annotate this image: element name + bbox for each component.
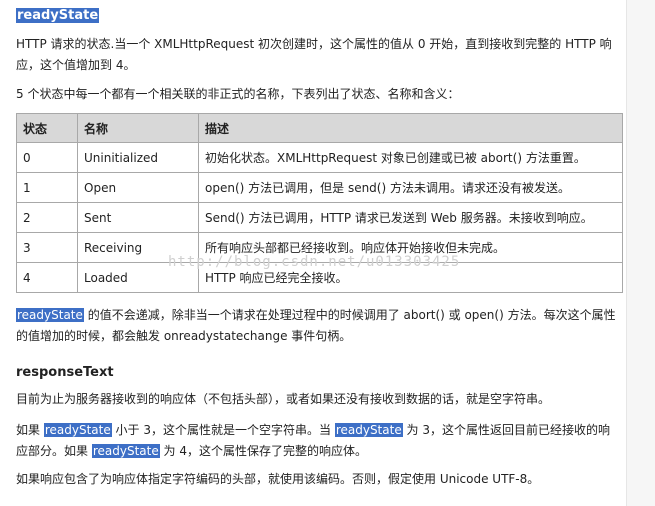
readystate-note-paragraph: readyState 的值不会递减，除非当一个请求在处理过程中的时候调用了 ab… [16,305,621,347]
section-heading: responseText [16,365,114,380]
readystate-condition-paragraph: 如果 readyState 小于 3，这个属性就是一个空字符串。当 readyS… [16,420,621,462]
table-cell: Sent [77,202,199,233]
table-row: 1 Open open() 方法已调用，但是 send() 方法未调用。请求还没… [16,172,623,203]
encoding-paragraph: 如果响应包含了为响应体指定字符编码的头部，就使用该编码。否则，假定使用 Unic… [16,472,540,486]
table-header-cell: 描述 [198,113,623,143]
page-heading: readyState [16,8,100,23]
table-row: 4 Loaded HTTP 响应已经完全接收。 [16,262,623,293]
table-cell: 0 [16,142,78,173]
response-text-paragraph: 目前为止为服务器接收到的响应体（不包括头部），或者如果还没有接收到数据的话，就是… [16,392,551,406]
table-header-cell: 状态 [16,113,78,143]
highlighted-term: readyState [91,444,160,458]
table-row: 3 Receiving 所有响应头部都已经接收到。响应体开始接收但未完成。 [16,232,623,263]
paragraph-text: 为 4，这个属性保存了完整的响应体。 [159,444,367,458]
table-cell: Send() 方法已调用，HTTP 请求已发送到 Web 服务器。未接收到响应。 [198,202,623,233]
table-cell: 2 [16,202,78,233]
paragraph-text: 如果 [16,423,44,437]
table-row: 2 Sent Send() 方法已调用，HTTP 请求已发送到 Web 服务器。… [16,202,623,233]
paragraph-text: 的值不会递减，除非当一个请求在处理过程中的时候调用了 abort() 或 ope… [16,308,616,343]
table-row: 0 Uninitialized 初始化状态。XMLHttpRequest 对象已… [16,142,623,173]
table-cell: Receiving [77,232,199,263]
table-cell: 4 [16,262,78,293]
table-intro: 5 个状态中每一个都有一个相关联的非正式的名称，下表列出了状态、名称和含义： [16,87,460,101]
table-cell: open() 方法已调用，但是 send() 方法未调用。请求还没有被发送。 [198,172,623,203]
table-cell: 初始化状态。XMLHttpRequest 对象已创建或已被 abort() 方法… [198,142,623,173]
table-cell: 1 [16,172,78,203]
table-header-cell: 名称 [77,113,199,143]
table-cell: HTTP 响应已经完全接收。 [198,262,623,293]
paragraph-text: 小于 3，这个属性就是一个空字符串。当 [111,423,335,437]
highlighted-term: readyState [43,423,112,437]
highlighted-term: readyState [334,423,403,437]
table-cell: Uninitialized [77,142,199,173]
state-table: 状态 名称 描述 0 Uninitialized 初始化状态。XMLHttpRe… [16,113,623,293]
table-cell: Open [77,172,199,203]
table-cell: 3 [16,232,78,263]
intro-paragraph: HTTP 请求的状态.当一个 XMLHttpRequest 初次创建时，这个属性… [16,37,612,72]
highlighted-term: readyState [16,308,84,322]
table-header-row: 状态 名称 描述 [16,113,623,143]
scrollbar-track[interactable] [626,0,655,506]
table-cell: Loaded [77,262,199,293]
document-page: readyState HTTP 请求的状态.当一个 XMLHttpRequest… [0,0,627,506]
table-cell: 所有响应头部都已经接收到。响应体开始接收但未完成。 [198,232,623,263]
